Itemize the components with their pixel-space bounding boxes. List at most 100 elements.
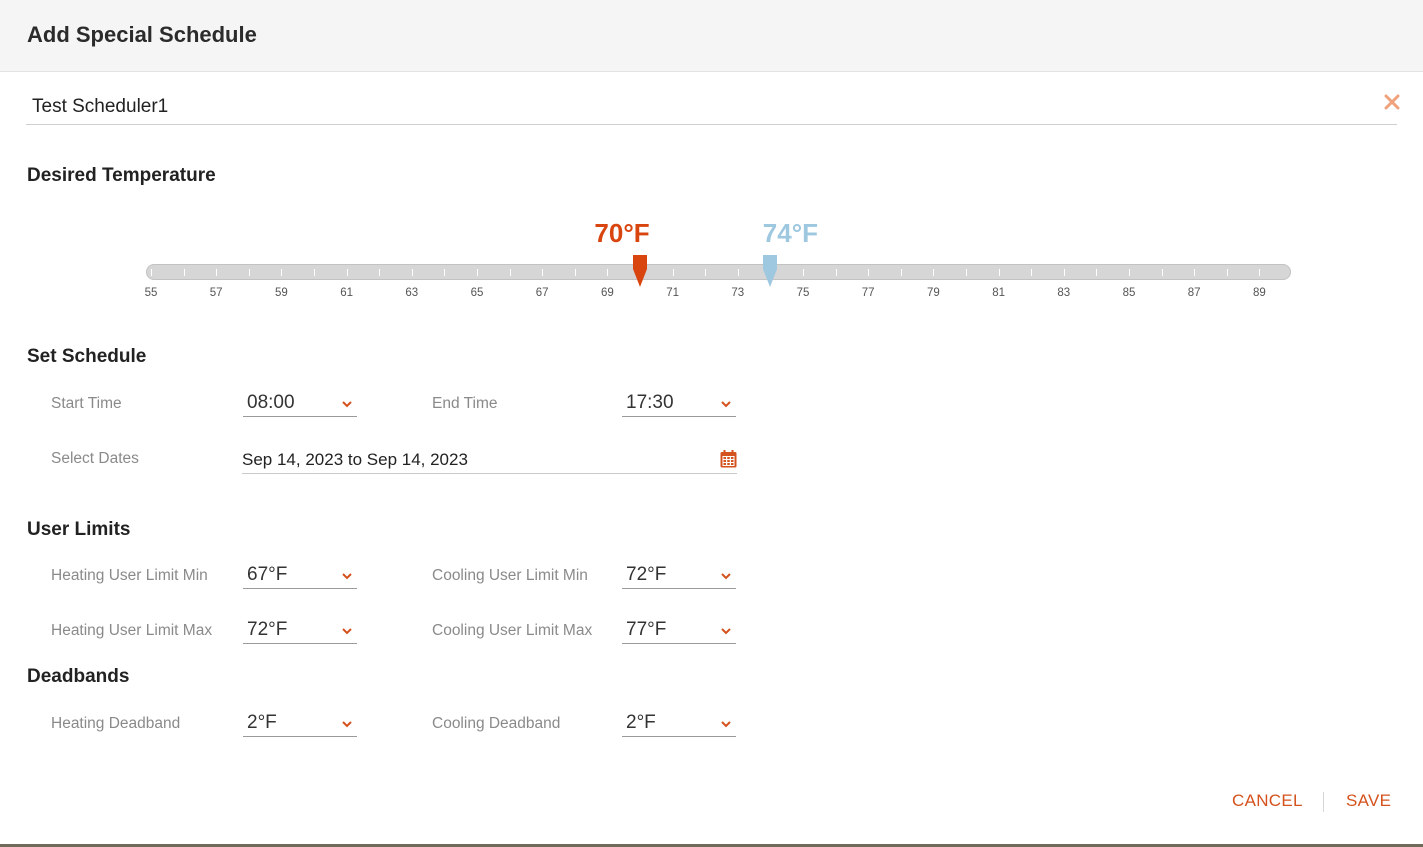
cancel-button[interactable]: CANCEL bbox=[1232, 791, 1303, 811]
date-range-value: Sep 14, 2023 to Sep 14, 2023 bbox=[242, 450, 468, 469]
slider-tick-label: 73 bbox=[731, 287, 745, 299]
slider-tick bbox=[803, 269, 804, 276]
slider-tick bbox=[1226, 269, 1228, 276]
slider-tick bbox=[672, 269, 674, 276]
heating-setpoint-handle[interactable] bbox=[632, 255, 648, 287]
slider-tick-label: 83 bbox=[1057, 287, 1071, 299]
slider-tick bbox=[183, 269, 185, 276]
slider-tick bbox=[281, 269, 283, 276]
heating-limit-max-select[interactable]: 72°F bbox=[243, 616, 357, 644]
slider-tick bbox=[248, 269, 250, 276]
temperature-slider-track[interactable] bbox=[146, 264, 1293, 280]
slider-tick bbox=[1259, 269, 1261, 276]
slider-tick bbox=[1129, 269, 1130, 276]
heating-deadband-select[interactable]: 2°F bbox=[243, 709, 357, 737]
slider-tick bbox=[216, 269, 218, 276]
end-time-label: End Time bbox=[432, 395, 498, 412]
slider-tick bbox=[574, 269, 576, 276]
date-range-field[interactable]: Sep 14, 2023 to Sep 14, 2023 bbox=[242, 446, 737, 474]
set-schedule-title: Set Schedule bbox=[27, 346, 147, 367]
slider-tick bbox=[705, 269, 707, 276]
slider-tick bbox=[1063, 269, 1065, 276]
slider-tick bbox=[900, 269, 902, 276]
cooling-deadband-value: 2°F bbox=[626, 712, 656, 733]
slider-tick-label: 65 bbox=[470, 287, 484, 299]
heating-limit-min-label: Heating User Limit Min bbox=[51, 567, 208, 584]
chevron-down-icon bbox=[342, 573, 352, 580]
slider-tick bbox=[1096, 269, 1098, 276]
cooling-limit-max-label: Cooling User Limit Max bbox=[432, 622, 593, 639]
dialog-title: Add Special Schedule bbox=[27, 22, 257, 47]
chevron-down-icon bbox=[721, 573, 731, 580]
slider-tick bbox=[966, 269, 967, 276]
slider-tick-label: 69 bbox=[600, 287, 614, 299]
heating-limit-max-label: Heating User Limit Max bbox=[51, 622, 213, 639]
close-icon[interactable] bbox=[1382, 92, 1402, 112]
slider-tick bbox=[1292, 269, 1293, 276]
calendar-icon[interactable] bbox=[720, 450, 737, 468]
slider-tick bbox=[151, 269, 152, 276]
end-time-value: 17:30 bbox=[626, 392, 674, 413]
cooling-limit-min-label: Cooling User Limit Min bbox=[432, 567, 588, 584]
chevron-down-icon bbox=[721, 401, 731, 408]
cooling-limit-max-value: 77°F bbox=[626, 619, 667, 640]
schedule-name-input[interactable] bbox=[32, 94, 1332, 120]
slider-tick bbox=[933, 269, 935, 276]
deadbands-title: Deadbands bbox=[27, 666, 130, 687]
end-time-select[interactable]: 17:30 bbox=[622, 389, 736, 417]
slider-tick-label: 87 bbox=[1187, 287, 1201, 299]
dialog-header: Add Special Schedule bbox=[0, 0, 1423, 72]
cooling-limit-min-select[interactable]: 72°F bbox=[622, 561, 736, 589]
footer-divider bbox=[1323, 792, 1324, 812]
cooling-limit-min-value: 72°F bbox=[626, 564, 667, 585]
slider-tick bbox=[379, 269, 381, 276]
heating-limit-min-select[interactable]: 67°F bbox=[243, 561, 357, 589]
slider-tick-label: 77 bbox=[861, 287, 875, 299]
slider-tick-label: 67 bbox=[535, 287, 549, 299]
slider-tick bbox=[1161, 269, 1163, 276]
slider-tick bbox=[509, 269, 511, 276]
slider-tick-label: 71 bbox=[666, 287, 679, 299]
heating-limit-max-value: 72°F bbox=[247, 619, 288, 640]
slider-tick-label: 57 bbox=[209, 287, 223, 299]
heating-limit-min-value: 67°F bbox=[247, 564, 288, 585]
cooling-setpoint-label: 74°F bbox=[762, 218, 818, 248]
cooling-limit-max-select[interactable]: 77°F bbox=[622, 616, 736, 644]
cooling-setpoint-handle[interactable] bbox=[762, 255, 778, 287]
slider-tick-label: 61 bbox=[340, 287, 353, 299]
chevron-down-icon bbox=[721, 628, 731, 635]
slider-tick bbox=[542, 269, 544, 276]
slider-tick-label: 79 bbox=[926, 287, 940, 299]
slider-tick bbox=[1194, 269, 1196, 276]
start-time-select[interactable]: 08:00 bbox=[243, 389, 357, 417]
slider-tick bbox=[444, 269, 446, 276]
slider-tick bbox=[1031, 269, 1033, 276]
slider-tick bbox=[607, 269, 609, 276]
slider-tick-label: 55 bbox=[144, 287, 158, 299]
slider-tick bbox=[314, 269, 315, 276]
slider-tick-label: 75 bbox=[796, 287, 810, 299]
user-limits-title: User Limits bbox=[27, 519, 131, 540]
slider-tick bbox=[868, 269, 870, 276]
chevron-down-icon bbox=[721, 721, 731, 728]
heating-setpoint-label: 70°F bbox=[594, 218, 650, 248]
chevron-down-icon bbox=[342, 401, 352, 408]
slider-tick bbox=[346, 269, 348, 276]
schedule-name-row bbox=[26, 88, 1400, 125]
cooling-deadband-select[interactable]: 2°F bbox=[622, 709, 736, 737]
desired-temperature-title: Desired Temperature bbox=[27, 165, 216, 186]
slider-tick-label: 89 bbox=[1252, 287, 1266, 299]
slider-tick-label: 85 bbox=[1122, 287, 1136, 299]
chevron-down-icon bbox=[342, 721, 352, 728]
slider-tick-label: 81 bbox=[992, 287, 1005, 299]
save-button[interactable]: SAVE bbox=[1346, 791, 1391, 811]
start-time-label: Start Time bbox=[51, 395, 122, 412]
heating-deadband-label: Heating Deadband bbox=[51, 715, 181, 732]
start-time-value: 08:00 bbox=[247, 392, 295, 413]
slider-tick bbox=[835, 269, 837, 276]
slider-tick-label: 63 bbox=[405, 287, 419, 299]
slider-tick bbox=[477, 269, 478, 276]
cooling-deadband-label: Cooling Deadband bbox=[432, 715, 561, 732]
slider-tick bbox=[998, 269, 1000, 276]
slider-tick bbox=[411, 269, 413, 276]
